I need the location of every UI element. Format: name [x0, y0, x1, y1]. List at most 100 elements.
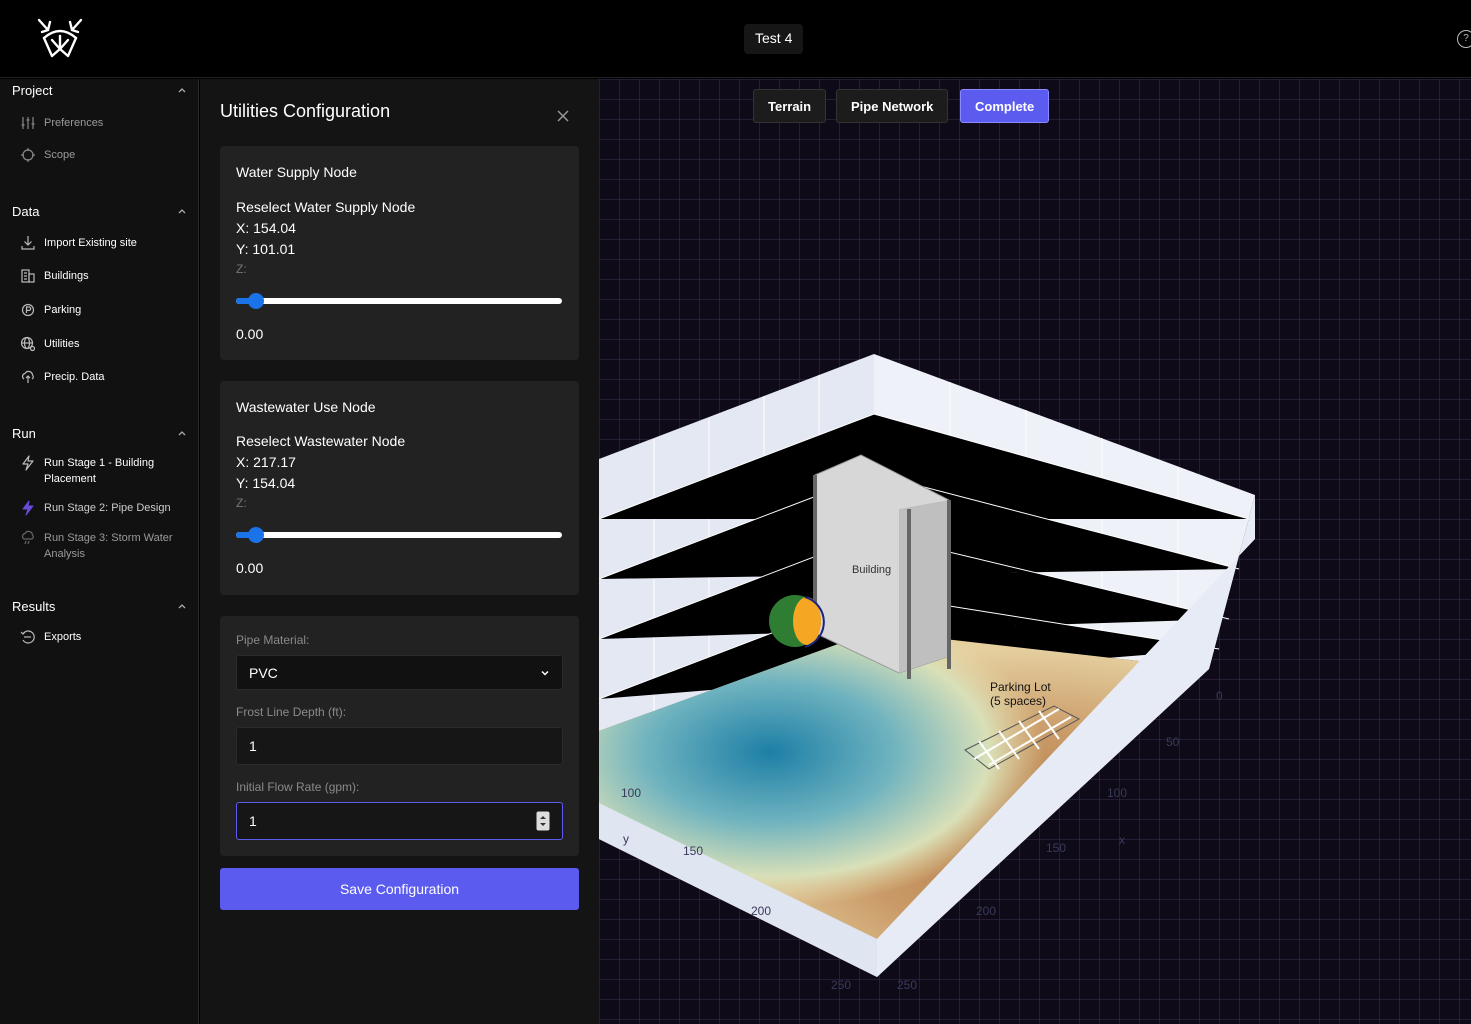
sidebar-item-preferences[interactable]: Preferences — [20, 115, 103, 131]
flow-rate-input[interactable]: 1 — [236, 802, 563, 840]
sidebar-item-label: Run Stage 3: Storm Water Analysis — [44, 532, 173, 560]
sidebar-item-label: Preferences — [44, 117, 104, 129]
wastewater-z-value: 0.00 — [236, 560, 264, 576]
sidebar-item-run-stage-2[interactable]: Run Stage 2: Pipe Design — [20, 500, 171, 516]
sidebar-item-label: Run Stage 1 - Building Placement — [44, 457, 155, 485]
sidebar-item-scope[interactable]: Scope — [20, 147, 75, 163]
stepper-icon[interactable] — [536, 811, 550, 831]
parking-icon — [21, 303, 35, 317]
water-z-value: 0.00 — [236, 326, 264, 342]
cloud-upload-icon — [21, 370, 34, 383]
chevron-up-icon[interactable] — [177, 601, 187, 611]
water-supply-card: Water Supply Node Reselect Water Supply … — [220, 146, 579, 360]
sidebar-item-exports[interactable]: Exports — [20, 629, 81, 645]
water-z-label: Z: — [236, 262, 247, 276]
globe-icon — [20, 336, 36, 352]
sliders-icon — [21, 117, 35, 129]
export-icon — [20, 630, 35, 644]
chevron-up-icon[interactable] — [177, 85, 187, 95]
y-axis-title: y — [623, 832, 629, 846]
sidebar-item-precip[interactable]: Precip. Data — [20, 369, 105, 385]
parking-label-line2: (5 spaces) — [990, 694, 1046, 708]
wastewater-y-value: Y: 154.04 — [236, 475, 296, 491]
sidebar-item-run-stage-3[interactable]: Run Stage 3: Storm Water Analysis — [20, 530, 180, 562]
crosshair-icon — [21, 148, 35, 162]
section-header-data[interactable]: Data — [0, 200, 199, 222]
sidebar-item-label: Run Stage 2: Pipe Design — [44, 502, 171, 514]
chevron-down-icon — [541, 670, 549, 676]
sidebar-item-label: Exports — [44, 631, 82, 643]
chevron-up-icon[interactable] — [177, 428, 187, 438]
download-icon — [21, 236, 35, 250]
y-tick: 250 — [831, 978, 851, 992]
card-title: Wastewater Use Node — [236, 399, 376, 415]
panel-title: Utilities Configuration — [220, 101, 391, 121]
building-icon — [21, 269, 35, 283]
water-z-slider[interactable] — [236, 293, 562, 309]
cloud-rain-icon — [21, 530, 34, 545]
slider-thumb[interactable] — [247, 527, 264, 543]
lightning-icon — [22, 455, 34, 471]
chevron-up-icon[interactable] — [177, 206, 187, 216]
x-tick: 200 — [976, 904, 996, 918]
sidebar-item-run-stage-1[interactable]: Run Stage 1 - Building Placement — [20, 455, 180, 487]
complete-view-button[interactable]: Complete — [960, 89, 1050, 123]
section-data: Data Import Existing site Buildings Park… — [0, 200, 199, 383]
pipe-network-view-button[interactable]: Pipe Network — [836, 89, 949, 123]
section-title: Run — [12, 425, 36, 441]
y-tick: 200 — [751, 904, 771, 918]
pipe-material-value: PVC — [249, 664, 278, 681]
y-tick: 150 — [683, 844, 703, 858]
x-tick: 50 — [1166, 735, 1180, 749]
section-title: Project — [12, 82, 53, 98]
section-run: Run Run Stage 1 - Building Placement Run… — [0, 422, 199, 560]
section-project: Project Preferences Scope — [0, 79, 199, 162]
section-title: Data — [12, 203, 40, 219]
pipe-material-select[interactable]: PVC — [236, 655, 563, 690]
3d-viewport[interactable]: Building Parking Lot (5 spaces) 0 50 100… — [599, 79, 1471, 1024]
frost-depth-label: Frost Line Depth (ft): — [236, 705, 347, 719]
pipe-material-label: Pipe Material: — [236, 633, 310, 647]
frost-depth-value: 1 — [249, 738, 257, 754]
reselect-wastewater-link[interactable]: Reselect Wastewater Node — [236, 433, 405, 449]
logo-icon[interactable] — [34, 16, 86, 62]
flow-rate-label: Initial Flow Rate (gpm): — [236, 780, 360, 794]
close-icon[interactable] — [556, 109, 570, 123]
x-tick: 0 — [1216, 689, 1223, 703]
sidebar-item-label: Scope — [44, 149, 76, 161]
y-tick: 100 — [621, 786, 641, 800]
save-configuration-button[interactable]: Save Configuration — [220, 868, 579, 910]
help-icon[interactable]: ? — [1457, 30, 1471, 48]
project-title[interactable]: Test 4 — [744, 24, 804, 54]
card-title: Water Supply Node — [236, 164, 357, 180]
sidebar-item-import[interactable]: Import Existing site — [20, 235, 137, 251]
lightning-icon — [22, 500, 34, 516]
parking-label-line1: Parking Lot — [990, 680, 1051, 694]
water-x-value: X: 154.04 — [236, 220, 296, 236]
wastewater-z-slider[interactable] — [236, 527, 562, 543]
top-bar: Test 4 ? — [0, 0, 1471, 78]
building-label: Building — [852, 564, 891, 576]
terrain-scene[interactable]: Building Parking Lot (5 spaces) 0 50 100… — [599, 79, 1471, 1024]
x-tick: 250 — [897, 978, 917, 992]
section-header-run[interactable]: Run — [0, 422, 199, 444]
slider-thumb[interactable] — [247, 293, 264, 309]
section-header-project[interactable]: Project — [0, 79, 199, 101]
sidebar-item-parking[interactable]: Parking — [20, 302, 81, 318]
utility-node-marker[interactable] — [769, 595, 825, 648]
x-axis-title: x — [1119, 833, 1125, 847]
sidebar-item-buildings[interactable]: Buildings — [20, 268, 89, 284]
water-y-value: Y: 101.01 — [236, 241, 296, 257]
section-title: Results — [12, 598, 56, 614]
sidebar-item-utilities[interactable]: Utilities — [20, 336, 79, 352]
reselect-water-link[interactable]: Reselect Water Supply Node — [236, 199, 415, 215]
sidebar-item-label: Parking — [44, 304, 82, 316]
x-tick: 100 — [1107, 786, 1127, 800]
terrain-view-button[interactable]: Terrain — [753, 89, 827, 123]
sidebar-item-label: Buildings — [44, 270, 89, 282]
sidebar-item-label: Import Existing site — [44, 237, 137, 249]
frost-depth-input[interactable]: 1 — [236, 727, 563, 765]
section-header-results[interactable]: Results — [0, 595, 199, 617]
wastewater-x-value: X: 217.17 — [236, 454, 296, 470]
x-tick: 150 — [1046, 841, 1066, 855]
